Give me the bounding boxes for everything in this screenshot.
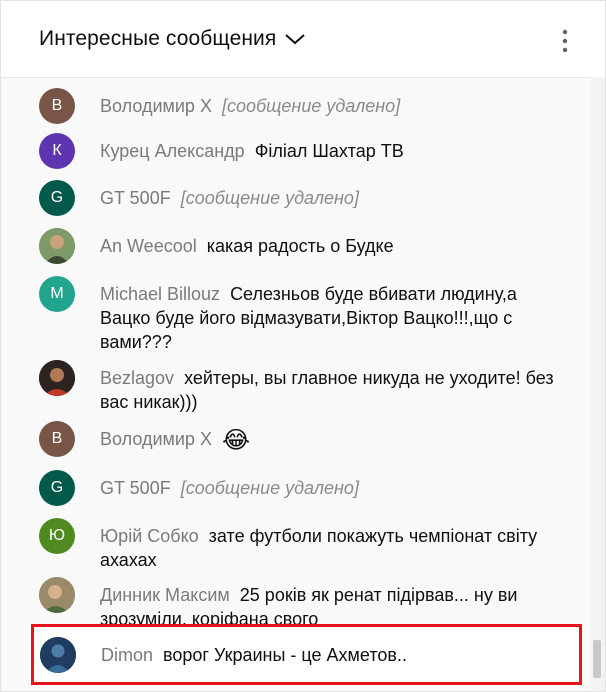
avatar-initial: G	[50, 189, 64, 206]
message-author[interactable]: Володимир Х	[100, 429, 212, 449]
avatar[interactable]	[39, 577, 75, 613]
avatar-initial: В	[51, 97, 63, 114]
avatar[interactable]: M	[39, 276, 75, 312]
scrollbar-thumb[interactable]	[593, 640, 601, 678]
message-author[interactable]: GT 500F	[100, 478, 171, 498]
message-text: [сообщение удалено]	[180, 478, 359, 498]
avatar-initial: В	[51, 430, 63, 447]
highlighted-message[interactable]: Dimon ворог Украины - це Ахметов..	[31, 624, 582, 685]
chevron-down-icon	[284, 32, 306, 46]
message-author[interactable]: An Weecool	[100, 236, 197, 256]
message-author[interactable]: Курец Александр	[100, 141, 245, 161]
message-author[interactable]: Dimon	[101, 645, 153, 665]
message-author[interactable]: GT 500F	[100, 188, 171, 208]
user-photo-icon	[39, 577, 75, 613]
avatar[interactable]: К	[39, 133, 75, 169]
chat-header: Интересные сообщения	[1, 1, 605, 78]
message-list[interactable]: В Володимир Х [сообщение удалено] К Курец…	[1, 77, 591, 691]
message-text: [сообщение удалено]	[180, 188, 359, 208]
message-author[interactable]: Володимир Х	[100, 96, 212, 116]
avatar[interactable]	[39, 360, 75, 396]
avatar[interactable]: G	[39, 470, 75, 506]
laughing-emoji-icon: 😂	[221, 427, 250, 454]
avatar-initial: К	[52, 142, 62, 159]
message-author[interactable]: Bezlagov	[100, 368, 174, 388]
message-author[interactable]: Динник Максим	[100, 585, 230, 605]
chat-panel: Интересные сообщения В Володимир Х [сообщ…	[0, 0, 606, 692]
avatar[interactable]: В	[39, 88, 75, 124]
user-photo-icon	[39, 228, 75, 264]
message-author[interactable]: Michael Billouz	[100, 284, 220, 304]
avatar[interactable]	[40, 637, 76, 673]
avatar-initial: M	[50, 285, 64, 302]
chat-title: Интересные сообщения	[39, 27, 277, 50]
avatar[interactable]: В	[39, 421, 75, 457]
avatar[interactable]: G	[39, 180, 75, 216]
user-photo-icon	[40, 637, 76, 673]
scrollbar[interactable]	[591, 77, 605, 691]
avatar[interactable]: Ю	[39, 518, 75, 554]
user-photo-icon	[39, 360, 75, 396]
avatar[interactable]	[39, 228, 75, 264]
message-author[interactable]: Юрій Собко	[100, 526, 199, 546]
message-text: ворог Украины - це Ахметов..	[163, 645, 407, 665]
avatar-initial: G	[50, 479, 64, 496]
message-text: какая радость о Будке	[206, 236, 394, 256]
avatar-initial: Ю	[48, 527, 66, 544]
message-text: [сообщение удалено]	[221, 96, 401, 116]
more-vertical-icon[interactable]	[557, 28, 573, 54]
chat-mode-dropdown[interactable]: Интересные сообщения	[39, 27, 306, 51]
message-text: Філіал Шахтар ТВ	[254, 141, 404, 161]
